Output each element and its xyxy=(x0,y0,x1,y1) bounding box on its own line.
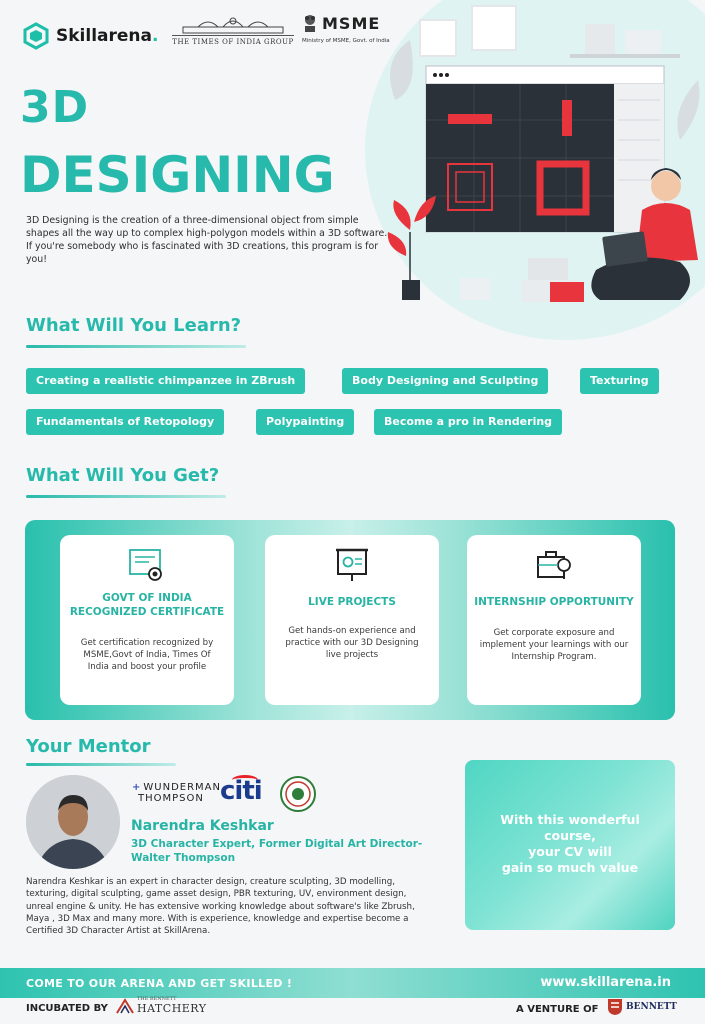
mentor-role: 3D Character Expert, Former Digital Art … xyxy=(131,838,423,864)
mentor-avatar-icon xyxy=(26,775,120,869)
benefit-desc-live-projects: Get hands-on experience and practice wit… xyxy=(285,626,419,660)
mentor-name: Narendra Keshkar xyxy=(131,818,274,834)
wunderman-thompson-logo: + WUNDERMAN THOMPSON xyxy=(132,782,221,804)
page: Skillarena. THE TIMES OF INDIA GROUP MSM… xyxy=(0,0,705,1024)
footer-website-link[interactable]: www.skillarena.in xyxy=(540,975,671,990)
learn-chip-chimpanzee: Creating a realistic chimpanzee in ZBrus… xyxy=(26,368,306,394)
venture-of-label: A VENTURE OF xyxy=(516,1004,599,1015)
benefit-desc-internship: Get corporate exposure and implement you… xyxy=(479,628,629,662)
msme-title: MSME xyxy=(322,13,381,33)
designer-illustration xyxy=(387,5,700,302)
benefit-desc-certificate: Get certification recognized by MSME,Gov… xyxy=(80,638,214,672)
learn-title-underline xyxy=(26,345,246,348)
institution-seal-icon xyxy=(280,776,316,812)
benefit-title-internship: INTERNSHIP OPPORTUNITY xyxy=(474,596,634,608)
bennett-university-logo: BENNETT xyxy=(607,998,677,1016)
wunderman-line-2: THOMPSON xyxy=(138,793,204,804)
presentation-icon xyxy=(336,548,368,581)
brand-dot: . xyxy=(152,26,159,46)
hatchery-big-text: HATCHERY xyxy=(137,1002,207,1015)
benefit-card-certificate: GOVT OF INDIA RECOGNIZED CERTIFICATE Get… xyxy=(60,535,234,705)
brand-name: Skillarena xyxy=(56,26,152,46)
cv-line-1: With this wonderful xyxy=(500,812,640,827)
benefit-title-certificate: GOVT OF INDIA RECOGNIZED CERTIFICATE xyxy=(69,592,225,618)
cv-value-box: With this wonderful course, your CV will… xyxy=(465,760,675,930)
incubated-by-label: INCUBATED BY xyxy=(26,1003,108,1014)
learn-chip-body-designing: Body Designing and Sculpting xyxy=(342,368,549,394)
mentor-title-underline xyxy=(26,763,176,766)
skillarena-logo[interactable]: Skillarena. xyxy=(22,22,158,50)
learn-chip-rendering: Become a pro in Rendering xyxy=(374,409,563,435)
hatchery-mark-icon xyxy=(116,997,134,1014)
bennett-hatchery-logo: THE BENNETT HATCHERY xyxy=(116,996,207,1015)
briefcase-icon xyxy=(537,551,571,579)
learn-chip-retopology: Fundamentals of Retopology xyxy=(26,409,225,435)
plant-icon xyxy=(393,200,411,230)
national-emblem-icon xyxy=(305,15,315,32)
wunderman-line-1: WUNDERMAN xyxy=(143,782,221,793)
cv-line-3: your CV will xyxy=(528,844,612,859)
mentor-section-title: Your Mentor xyxy=(26,736,151,757)
citi-logo: citi xyxy=(220,776,263,806)
get-section-title: What Will You Get? xyxy=(26,465,220,486)
hero-title-3d: 3D xyxy=(20,82,90,133)
learn-section-title: What Will You Learn? xyxy=(26,315,242,336)
designer-person-icon xyxy=(651,171,681,201)
mentor-photo xyxy=(26,775,120,869)
bennett-name: BENNETT xyxy=(626,1001,677,1012)
bennett-shield-icon xyxy=(608,999,622,1015)
certificate-icon xyxy=(129,549,162,581)
footer-tagline: COME TO OUR ARENA AND GET SKILLED ! xyxy=(26,977,293,990)
times-of-india-logo: THE TIMES OF INDIA GROUP xyxy=(172,14,294,46)
toi-caption: THE TIMES OF INDIA GROUP xyxy=(172,38,294,46)
mentor-bio: Narendra Keshkar is an expert in charact… xyxy=(26,877,415,937)
cv-line-2: course, xyxy=(544,828,596,843)
benefit-card-live-projects: LIVE PROJECTS Get hands-on experience an… xyxy=(265,535,439,705)
get-title-underline xyxy=(26,495,226,498)
hero-title-designing: DESIGNING xyxy=(20,146,335,204)
toi-emblem-icon xyxy=(172,14,294,36)
cv-line-4: gain so much value xyxy=(501,860,639,875)
wall-frame-icon xyxy=(419,19,457,57)
learn-chip-polypainting: Polypainting xyxy=(256,409,355,435)
learn-chip-texturing: Texturing xyxy=(580,368,659,394)
benefit-card-internship: INTERNSHIP OPPORTUNITY Get corporate exp… xyxy=(467,535,641,705)
benefit-title-live-projects: LIVE PROJECTS xyxy=(308,596,396,608)
hero-intro: 3D Designing is the creation of a three-… xyxy=(26,215,388,265)
skillarena-cube-icon xyxy=(23,22,49,50)
benefits-panel: GOVT OF INDIA RECOGNIZED CERTIFICATE Get… xyxy=(25,520,675,720)
